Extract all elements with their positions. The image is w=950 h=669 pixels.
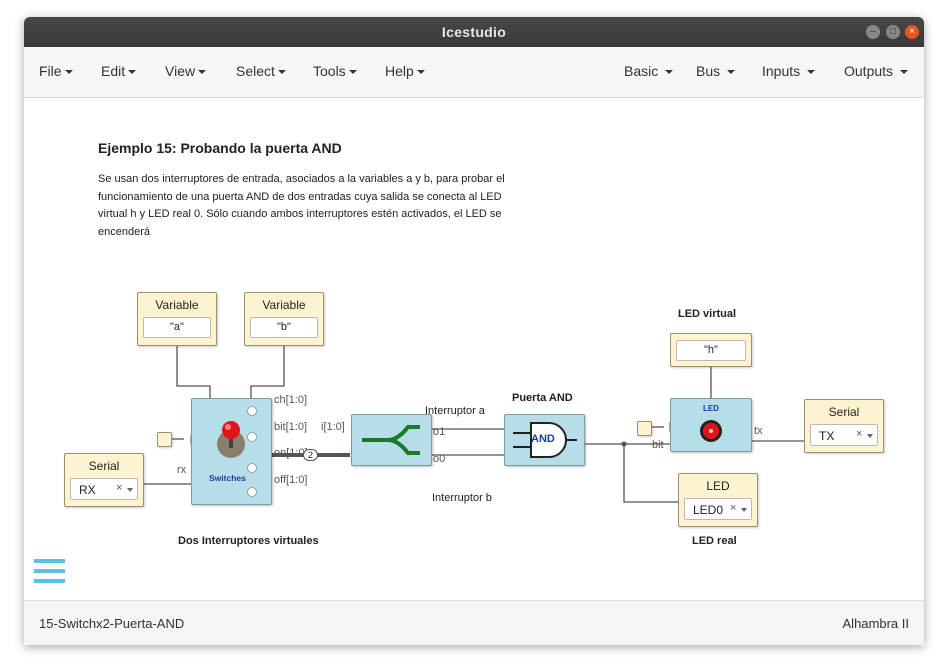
status-board[interactable]: Alhambra II — [843, 616, 909, 631]
toggle-button[interactable] — [157, 432, 172, 447]
block-title: Variable — [155, 298, 199, 312]
variable-b-block[interactable]: Variable "b" — [244, 292, 324, 346]
led-icon — [700, 420, 722, 442]
design-canvas[interactable]: Ejemplo 15: Probando la puerta AND Se us… — [24, 98, 924, 599]
port-o0: o0 — [433, 453, 446, 465]
port-off: off[1:0] — [274, 474, 308, 486]
clear-icon[interactable]: × — [116, 482, 122, 494]
menu-help[interactable]: Help — [385, 63, 425, 79]
led-real-caption: LED real — [692, 535, 737, 547]
chevron-down-icon — [899, 70, 908, 75]
menu-edit[interactable]: Edit — [101, 63, 137, 79]
block-title: Variable — [262, 298, 306, 312]
block-title: Serial — [88, 459, 120, 473]
chevron-down-icon — [665, 70, 674, 75]
window-title: Icestudio — [441, 24, 507, 40]
title-bar: Icestudio – □ × — [24, 17, 924, 47]
status-filename: 15-Switchx2-Puerta-AND — [39, 616, 185, 631]
select-value: LED0 — [693, 503, 724, 517]
bus-splitter[interactable] — [351, 414, 432, 466]
app-window: Icestudio – □ × File Edit View Select To… — [24, 17, 924, 645]
variable-a-block[interactable]: Variable "a" — [137, 292, 217, 346]
port-i: i[1:0] — [321, 421, 345, 433]
chevron-down-icon — [277, 70, 286, 75]
and-gate-title: Puerta AND — [512, 392, 573, 404]
wire-var-a — [176, 345, 211, 398]
led-virtual-title: LED virtual — [678, 308, 737, 320]
menu-bus[interactable]: Bus — [696, 63, 736, 79]
chevron-down-icon — [727, 70, 736, 75]
hamburger-menu-icon[interactable] — [34, 556, 74, 596]
menu-basic[interactable]: Basic — [624, 63, 674, 79]
block-title: Serial — [828, 405, 860, 419]
wire-led-real — [623, 444, 678, 503]
led-virtual-module[interactable]: LED — [670, 398, 752, 452]
select-value: TX — [819, 429, 835, 443]
close-icon[interactable]: × — [905, 25, 919, 39]
port-rx: rx — [177, 464, 187, 476]
port-bit: bit[1:0] — [274, 421, 308, 433]
chevron-down-icon — [64, 70, 73, 75]
menu-select[interactable]: Select — [236, 63, 286, 79]
menu-bar: File Edit View Select Tools Help Basic B… — [24, 47, 924, 98]
wire-junction — [621, 441, 627, 447]
label-interruptor-b: Interruptor b — [432, 492, 492, 504]
serial-tx-select[interactable]: TX × — [810, 424, 878, 446]
serial-rx-select[interactable]: RX × — [70, 478, 138, 500]
chevron-down-icon — [741, 508, 747, 512]
menu-outputs[interactable]: Outputs — [844, 63, 908, 79]
minimize-icon[interactable]: – — [866, 25, 880, 39]
block-title: LED — [706, 479, 730, 493]
variable-h-input[interactable]: "h" — [676, 340, 746, 361]
serial-tx-block[interactable]: Serial TX × — [804, 399, 884, 453]
select-value: RX — [79, 483, 96, 497]
label-interruptor-a: Interruptor a — [425, 405, 485, 417]
led-real-block[interactable]: LED LED0 × — [678, 473, 758, 527]
and-gate-module[interactable]: AND — [504, 414, 585, 466]
variable-b-input[interactable]: "b" — [250, 317, 318, 338]
menu-inputs[interactable]: Inputs — [762, 63, 816, 79]
menu-file[interactable]: File — [39, 63, 73, 79]
chevron-down-icon — [128, 70, 137, 75]
variable-h-block[interactable]: "h" — [670, 333, 752, 367]
port-bit-in: bit — [652, 439, 664, 451]
port-ch: ch[1:0] — [274, 394, 308, 406]
serial-rx-block[interactable]: Serial RX × — [64, 453, 144, 507]
clear-icon[interactable]: × — [856, 428, 862, 440]
menu-tools[interactable]: Tools — [313, 63, 357, 79]
example-description: Se usan dos interruptores de entrada, as… — [98, 173, 505, 238]
joystick-icon — [217, 406, 257, 497]
example-title: Ejemplo 15: Probando la puerta AND — [98, 140, 342, 156]
chevron-down-icon — [198, 70, 207, 75]
chevron-down-icon — [348, 70, 357, 75]
led-real-select[interactable]: LED0 × — [684, 498, 752, 520]
switches-caption: Dos Interruptores virtuales — [178, 535, 319, 547]
wire-var-b — [250, 345, 285, 398]
chevron-down-icon — [867, 434, 873, 438]
clear-icon[interactable]: × — [730, 502, 736, 514]
maximize-icon[interactable]: □ — [886, 25, 900, 39]
variable-a-input[interactable]: "a" — [143, 317, 211, 338]
chevron-down-icon — [807, 70, 816, 75]
switches-module[interactable]: Switches — [191, 398, 272, 505]
chevron-down-icon — [416, 70, 425, 75]
menu-view[interactable]: View — [165, 63, 207, 79]
and-gate-label: AND — [531, 433, 555, 445]
port-o1: o1 — [433, 426, 446, 438]
toggle-button[interactable] — [637, 421, 652, 436]
splitter-icon — [362, 425, 420, 455]
port-tx: tx — [754, 425, 763, 437]
switches-label: Switches — [209, 473, 246, 483]
bus-width-badge: 2 — [303, 449, 319, 461]
chevron-down-icon — [127, 488, 133, 492]
status-bar: 15-Switchx2-Puerta-AND Alhambra II — [24, 600, 924, 645]
